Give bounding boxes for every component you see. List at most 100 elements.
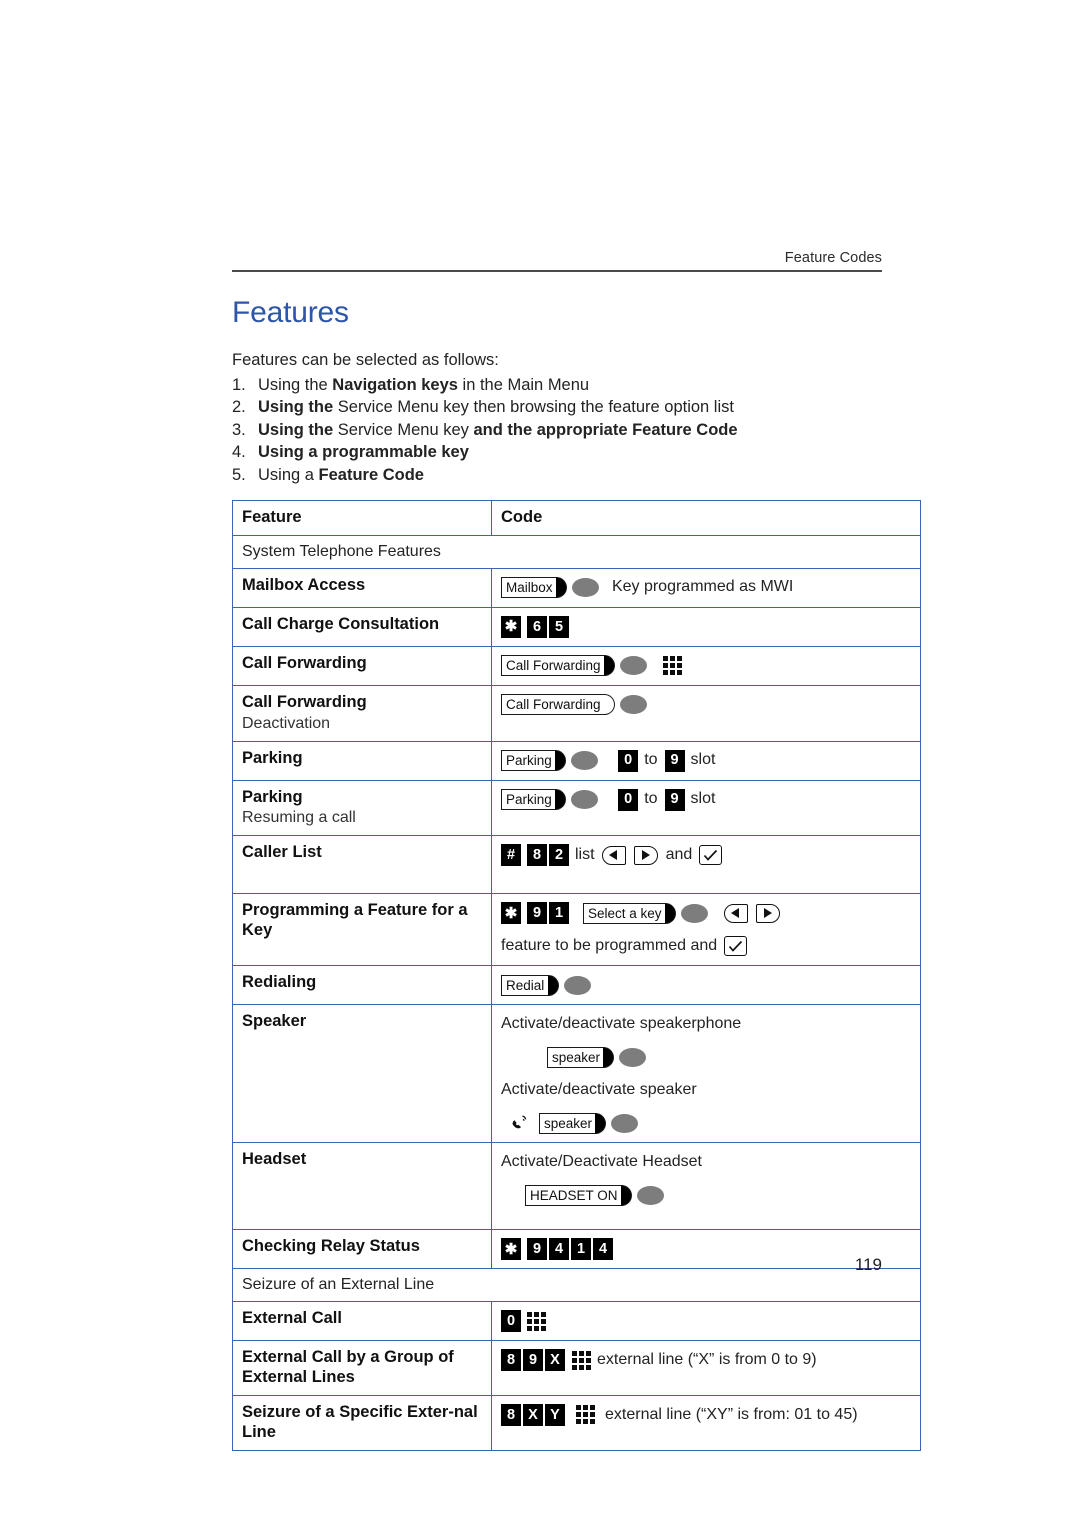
step-number: 5. [232, 465, 246, 484]
programmable-key-label: HEADSET ON [525, 1184, 623, 1206]
key-led-indicator [680, 903, 708, 923]
table-row: Redialing Redial [232, 965, 921, 1006]
header-rule [232, 270, 882, 272]
step-number: 3. [232, 420, 246, 439]
programmable-key[interactable]: speaker [547, 1046, 647, 1068]
code-cell: Parking 0 to 9 slot [491, 779, 921, 837]
key-nub [555, 577, 567, 599]
keypad-key[interactable]: X [523, 1403, 543, 1426]
keypad-key[interactable]: 9 [664, 788, 685, 811]
key-nub [603, 694, 615, 716]
intro-lead: Features can be selected as follows: [232, 351, 499, 369]
keypad-key[interactable]: ✱ [501, 902, 521, 925]
feature-name: Call Forwarding [242, 692, 367, 711]
table-row: Parking Parking 0 to 9 slot [232, 740, 921, 781]
key-nub [547, 974, 559, 996]
step-text: Using the Service Menu key and the appro… [258, 420, 738, 439]
key-led-indicator [571, 751, 599, 771]
nav-right-icon[interactable] [755, 903, 780, 923]
code-cell: Redial [491, 965, 921, 1006]
programmable-key[interactable]: Parking [501, 750, 599, 772]
running-header: Feature Codes [784, 250, 882, 266]
check-icon[interactable] [699, 845, 723, 866]
keypad-key[interactable]: 8 [501, 1403, 521, 1426]
programmable-key[interactable]: HEADSET ON [525, 1184, 664, 1206]
feature-cell: Parking Resuming a call [232, 779, 492, 837]
intro-step: 1. Using the Navigation keys in the Main … [232, 374, 882, 396]
feature-name: Seizure of a Specific Exter-nal Line [242, 1402, 478, 1441]
intro-step: 3. Using the Service Menu key and the app… [232, 419, 882, 441]
keypad-key[interactable]: 5 [549, 615, 569, 638]
step-number: 1. [232, 375, 246, 394]
feature-subtitle: Deactivation [242, 714, 331, 732]
keypad-key[interactable]: 1 [549, 902, 569, 925]
keypad-key[interactable]: Y [545, 1403, 565, 1426]
keypad-key[interactable]: ✱ [501, 615, 521, 638]
feature-cell: External Call by a Group of External Lin… [232, 1340, 492, 1396]
keypad-key[interactable]: # [501, 844, 521, 867]
key-led-indicator [571, 790, 599, 810]
code-text: external line (“X” is from 0 to 9) [597, 1350, 817, 1368]
intro-step: 4. Using a programmable key [232, 441, 882, 463]
keypad-key[interactable]: 9 [527, 902, 547, 925]
programmable-key[interactable]: Mailbox [501, 577, 599, 599]
table-row: External Call by a Group of External Lin… [232, 1340, 921, 1396]
feature-name: Call Charge Consultation [242, 614, 440, 633]
column-header-code: Code [491, 499, 921, 536]
programmable-key[interactable]: Parking [501, 789, 599, 811]
programmable-key-label: Call Forwarding [501, 694, 606, 716]
keypad-key[interactable]: 0 [618, 788, 639, 811]
key-nub [664, 902, 676, 924]
table-row: Parking Resuming a call Parking 0 to 9 slot [232, 779, 921, 837]
code-cell: Call Forwarding [491, 684, 921, 742]
table-row: Mailbox Access Mailbox Key programmed as M… [232, 567, 921, 608]
key-nub [595, 1112, 607, 1134]
nav-right-icon[interactable] [633, 845, 658, 865]
programmable-key[interactable]: Select a key [583, 902, 708, 924]
keypad-key[interactable]: 9 [664, 749, 685, 772]
table-row: Headset Activate/Deactivate Headset HEADSE… [232, 1142, 921, 1231]
table-section-row: System Telephone Features [232, 534, 921, 569]
programmable-key[interactable]: Call Forwarding [501, 694, 647, 716]
feature-cell: External Call [232, 1301, 492, 1342]
keypad-key[interactable]: 2 [549, 844, 569, 867]
keypad-key[interactable]: 8 [501, 1349, 521, 1372]
feature-name: Parking [242, 787, 303, 806]
keypad-key[interactable]: X [545, 1349, 565, 1372]
dialpad-icon [662, 656, 682, 676]
table-row: External Call 0 [232, 1301, 921, 1342]
code-text: external line (“XY” is from: 01 to 45) [605, 1405, 858, 1423]
key-led-indicator [619, 695, 647, 715]
nav-left-icon[interactable] [601, 845, 626, 865]
feature-cell: Call Forwarding [232, 645, 492, 686]
document-page: Feature Codes Features Features can be s… [0, 0, 1080, 1528]
keypad-key[interactable]: 0 [618, 749, 639, 772]
key-led-indicator [619, 656, 647, 676]
programmable-key[interactable]: Call Forwarding [501, 655, 647, 677]
table-row: Caller List #8 2 list and [232, 835, 921, 895]
code-text: slot [690, 790, 716, 808]
feature-cell: Call Charge Consultation [232, 606, 492, 647]
keypad-key[interactable]: 9 [523, 1349, 543, 1372]
table-row: Call Forwarding Call Forwarding [232, 645, 921, 686]
feature-name: Programming a Feature for a Key [242, 901, 468, 940]
code-cell: ✱ 6 5 [491, 606, 921, 647]
code-cell: Parking 0 to 9 slot [491, 740, 921, 781]
key-nub [555, 750, 567, 772]
feature-cell: Call Forwarding Deactivation [232, 684, 492, 742]
programmable-key-label: speaker [539, 1112, 598, 1134]
programmable-key[interactable]: speaker [539, 1112, 639, 1134]
key-nub [603, 1046, 615, 1068]
feature-cell: Programming a Feature for a Key [232, 893, 492, 967]
step-number: 2. [232, 398, 246, 417]
keypad-key[interactable]: 6 [527, 615, 547, 638]
intro-step: 5. Using a Feature Code [232, 464, 882, 486]
key-led-indicator [571, 578, 599, 598]
keypad-key[interactable]: 8 [527, 844, 547, 867]
check-icon[interactable] [724, 936, 748, 957]
keypad-key[interactable]: 0 [501, 1310, 521, 1333]
programmable-key[interactable]: Redial [501, 974, 591, 996]
nav-left-icon[interactable] [723, 903, 748, 923]
code-cell: Mailbox Key programmed as MWI [491, 567, 921, 608]
feature-name: Parking [242, 748, 303, 767]
